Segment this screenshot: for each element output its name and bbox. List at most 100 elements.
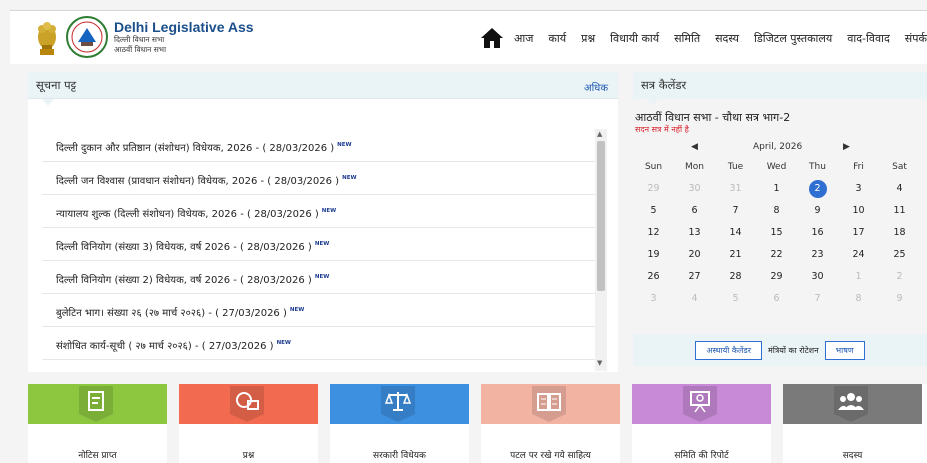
scroll-down-icon[interactable]: ▼ [597,359,602,367]
calendar-day[interactable]: 7 [797,288,838,310]
notice-item-text[interactable]: संशोधित कार्य-सूची ( २७ मार्च २०२६) - ( … [56,341,274,352]
brand-block[interactable]: Delhi Legislative Assem दिल्ली विधान सभा… [114,19,254,55]
calendar-day[interactable]: 29 [633,178,674,200]
calendar-day[interactable]: 3 [633,288,674,310]
calendar-session-note: सदन सत्र में नहीं है [635,125,689,134]
calendar-day[interactable]: 13 [674,222,715,244]
question-chat-icon [217,384,277,424]
nav-item-legislative-business[interactable]: विधायी कार्य [610,31,659,46]
calendar-day[interactable]: 2 [879,266,920,288]
notice-board-title: सूचना पट्ट [36,78,77,92]
calendar-day[interactable]: 20 [674,244,715,266]
calendar-day[interactable]: 22 [756,244,797,266]
notice-item-text[interactable]: दिल्ली दुकान और प्रतिष्ठान (संशोधन) विधे… [56,143,334,154]
calendar-weekday-row: Sun Mon Tue Wed Thu Fri Sat [633,156,927,178]
notice-item-text[interactable]: न्यायालय शुल्क (दिल्ली संशोधन) विधेयक, 2… [56,209,319,220]
home-icon[interactable] [480,27,504,49]
calendar-day[interactable]: 4 [879,178,920,200]
list-item[interactable]: न्यायालय शुल्क (दिल्ली संशोधन) विधेयक, 2… [42,195,595,228]
calendar-day[interactable]: 16 [797,222,838,244]
notice-more-link[interactable]: अधिक [584,80,608,94]
calendar-day[interactable]: 8 [838,288,879,310]
calendar-day[interactable]: 30 [674,178,715,200]
calendar-day[interactable]: 2 [797,178,838,200]
document-edit-icon [66,384,126,424]
nav-item-digital-library[interactable]: डिजिटल पुस्तकालय [754,31,832,46]
calendar-day[interactable]: 5 [715,288,756,310]
new-badge-icon: NEW [314,241,330,247]
calendar-day[interactable]: 19 [633,244,674,266]
speech-button[interactable]: भाषण [824,340,865,360]
list-item[interactable]: संशोधित कार्य-सूची ( २७ मार्च २०२६) - ( … [42,327,595,360]
calendar-day[interactable]: 17 [838,222,879,244]
scroll-thumb[interactable] [597,141,605,291]
calendar-day[interactable]: 9 [797,200,838,222]
calendar-day[interactable]: 27 [674,266,715,288]
calendar-week-row: 3456789 [633,288,927,310]
notice-item-text[interactable]: दिल्ली विनियोग (संख्या 3) विधेयक, वर्ष 2… [56,242,312,253]
nav-item-committee[interactable]: समिति [674,31,700,46]
calendar-day[interactable]: 8 [756,200,797,222]
tile-members[interactable]: सदस्य [783,384,927,463]
calendar-day[interactable]: 11 [879,200,920,222]
nav-item-contact[interactable]: संपर्क [905,31,927,46]
list-item[interactable]: दिल्ली विनियोग (संख्या 2) विधेयक, वर्ष 2… [42,261,595,294]
new-badge-icon: NEW [321,208,337,214]
list-item[interactable]: दिल्ली दुकान और प्रतिष्ठान (संशोधन) विधे… [42,129,595,162]
tile-committee-reports[interactable]: समिति की रिपोर्ट [632,384,771,463]
nav-item-members[interactable]: सदस्य [715,31,739,46]
calendar-day[interactable]: 12 [633,222,674,244]
quick-link-tiles: नोटिस प्राप्त प्रश्न सरकारी विधेयक पटल प… [28,384,927,463]
tile-label: समिति की रिपोर्ट [674,451,729,461]
calendar-grid: Sun Mon Tue Wed Thu Fri Sat 29 30 31 1 2 3 4 5 6… [633,156,927,310]
calendar-day[interactable]: 6 [756,288,797,310]
scroll-up-icon[interactable]: ▲ [597,130,602,138]
calendar-day[interactable]: 30 [797,266,838,288]
calendar-day[interactable]: 18 [879,222,920,244]
notice-item-text[interactable]: दिल्ली विनियोग (संख्या 2) विधेयक, वर्ष 2… [56,275,312,286]
nav-item-business[interactable]: कार्य [548,31,566,46]
nav-item-debates[interactable]: वाद-विवाद [847,31,890,46]
calendar-day[interactable]: 6 [674,200,715,222]
next-month-icon[interactable]: ▶ [843,142,850,152]
nav-item-today[interactable]: आज [514,31,533,46]
notice-board-header: सूचना पट्ट अधिक [28,72,618,99]
weekday-label: Thu [809,162,826,172]
calendar-today-marker[interactable]: 2 [808,180,827,198]
tile-label: प्रश्न [242,451,255,461]
calendar-day[interactable]: 21 [715,244,756,266]
calendar-day[interactable]: 14 [715,222,756,244]
prev-month-icon[interactable]: ◀ [691,142,698,152]
calendar-day[interactable]: 1 [838,266,879,288]
calendar-day[interactable]: 4 [674,288,715,310]
nav-item-questions[interactable]: प्रश्न [581,31,595,46]
provisional-calendar-button[interactable]: अस्थायी कैलेंडर [695,340,762,360]
tile-questions[interactable]: प्रश्न [179,384,318,463]
calendar-day[interactable]: 23 [797,244,838,266]
group-icon [821,384,881,424]
calendar-day[interactable]: 29 [756,266,797,288]
notice-item-text[interactable]: दिल्ली जन विश्वास (प्रावधान संशोधन) विधे… [56,176,339,187]
tile-papers-laid[interactable]: पटल पर रखे गये साहित्य [481,384,620,463]
calendar-day[interactable]: 1 [756,178,797,200]
tile-notices-received[interactable]: नोटिस प्राप्त [28,384,167,463]
calendar-day[interactable]: 9 [879,288,920,310]
notice-item-text[interactable]: बुलेटिन भाग। संख्या २६ (२७ मार्च २०२६) -… [56,308,287,319]
list-item[interactable]: दिल्ली विनियोग (संख्या 3) विधेयक, वर्ष 2… [42,228,595,261]
calendar-day[interactable]: 26 [633,266,674,288]
calendar-day[interactable]: 10 [838,200,879,222]
calendar-day[interactable]: 24 [838,244,879,266]
calendar-day[interactable]: 31 [715,178,756,200]
calendar-day[interactable]: 25 [879,244,920,266]
calendar-day[interactable]: 3 [838,178,879,200]
ministers-rotation-link[interactable]: मंत्रियों का रोटेशन [768,345,819,356]
calendar-day[interactable]: 28 [715,266,756,288]
list-item[interactable]: बुलेटिन भाग। संख्या २६ (२७ मार्च २०२६) -… [42,294,595,327]
calendar-day[interactable]: 7 [715,200,756,222]
notice-scrollbar[interactable]: ▲ ▼ [595,129,607,371]
calendar-day[interactable]: 5 [633,200,674,222]
list-item[interactable]: दिल्ली जन विश्वास (प्रावधान संशोधन) विधे… [42,162,595,195]
calendar-day[interactable]: 15 [756,222,797,244]
site-title: Delhi Legislative Assem [114,19,254,35]
tile-government-bills[interactable]: सरकारी विधेयक [330,384,469,463]
